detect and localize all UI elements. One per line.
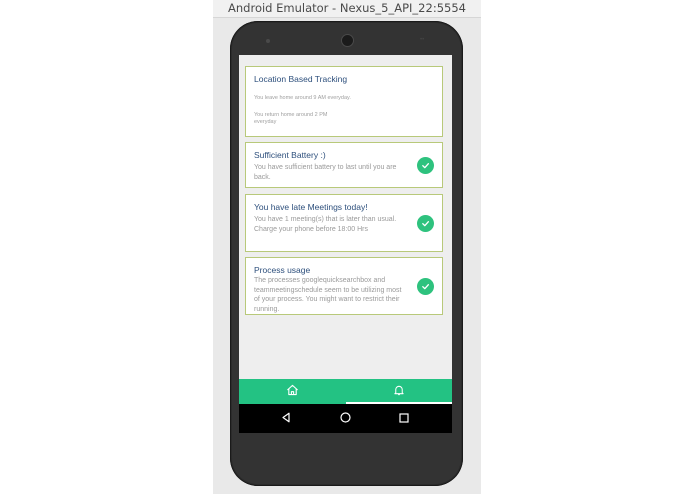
tab-notifications[interactable]	[346, 379, 452, 404]
card-title: Process usage	[254, 265, 311, 275]
card-title: You have late Meetings today!	[254, 202, 368, 212]
check-icon[interactable]	[417, 157, 434, 174]
system-navigation-bar	[239, 404, 452, 433]
process-usage-card[interactable]: Process usage The processes googlequicks…	[245, 257, 443, 315]
check-icon[interactable]	[417, 278, 434, 295]
window-title: Android Emulator - Nexus_5_API_22:5554	[213, 0, 481, 18]
home-button[interactable]	[325, 404, 365, 433]
battery-card[interactable]: Sufficient Battery :) You have sufficien…	[245, 142, 443, 188]
proximity-sensor	[266, 39, 270, 43]
tab-home[interactable]	[239, 379, 345, 404]
app-screen: Location Based Tracking You leave home a…	[239, 55, 452, 433]
bottom-navigation	[239, 379, 452, 404]
bell-icon	[393, 383, 405, 401]
recents-button[interactable]	[384, 404, 424, 433]
card-text: You have 1 meeting(s) that is later than…	[254, 216, 397, 233]
front-camera	[341, 34, 354, 47]
location-tracking-card[interactable]: Location Based Tracking You leave home a…	[245, 66, 443, 137]
home-circle-icon	[339, 410, 351, 428]
card-text: The processes googlequicksearchbox and t…	[254, 277, 402, 313]
card-title: Location Based Tracking	[254, 74, 348, 84]
card-text: You leave home around 9 AM everyday.	[254, 95, 351, 101]
home-icon	[286, 383, 299, 401]
card-text: You return home around 2 PM everyday	[254, 112, 328, 125]
meetings-card[interactable]: You have late Meetings today! You have 1…	[245, 194, 443, 252]
back-button[interactable]	[266, 404, 306, 433]
card-text: You have sufficient battery to last unti…	[254, 164, 397, 181]
emulator-window: Android Emulator - Nexus_5_API_22:5554 •…	[213, 0, 481, 494]
check-icon[interactable]	[417, 215, 434, 232]
card-title: Sufficient Battery :)	[254, 150, 326, 160]
sensor-dots: ••	[420, 37, 425, 43]
back-icon	[281, 410, 291, 428]
recents-icon	[399, 410, 409, 428]
